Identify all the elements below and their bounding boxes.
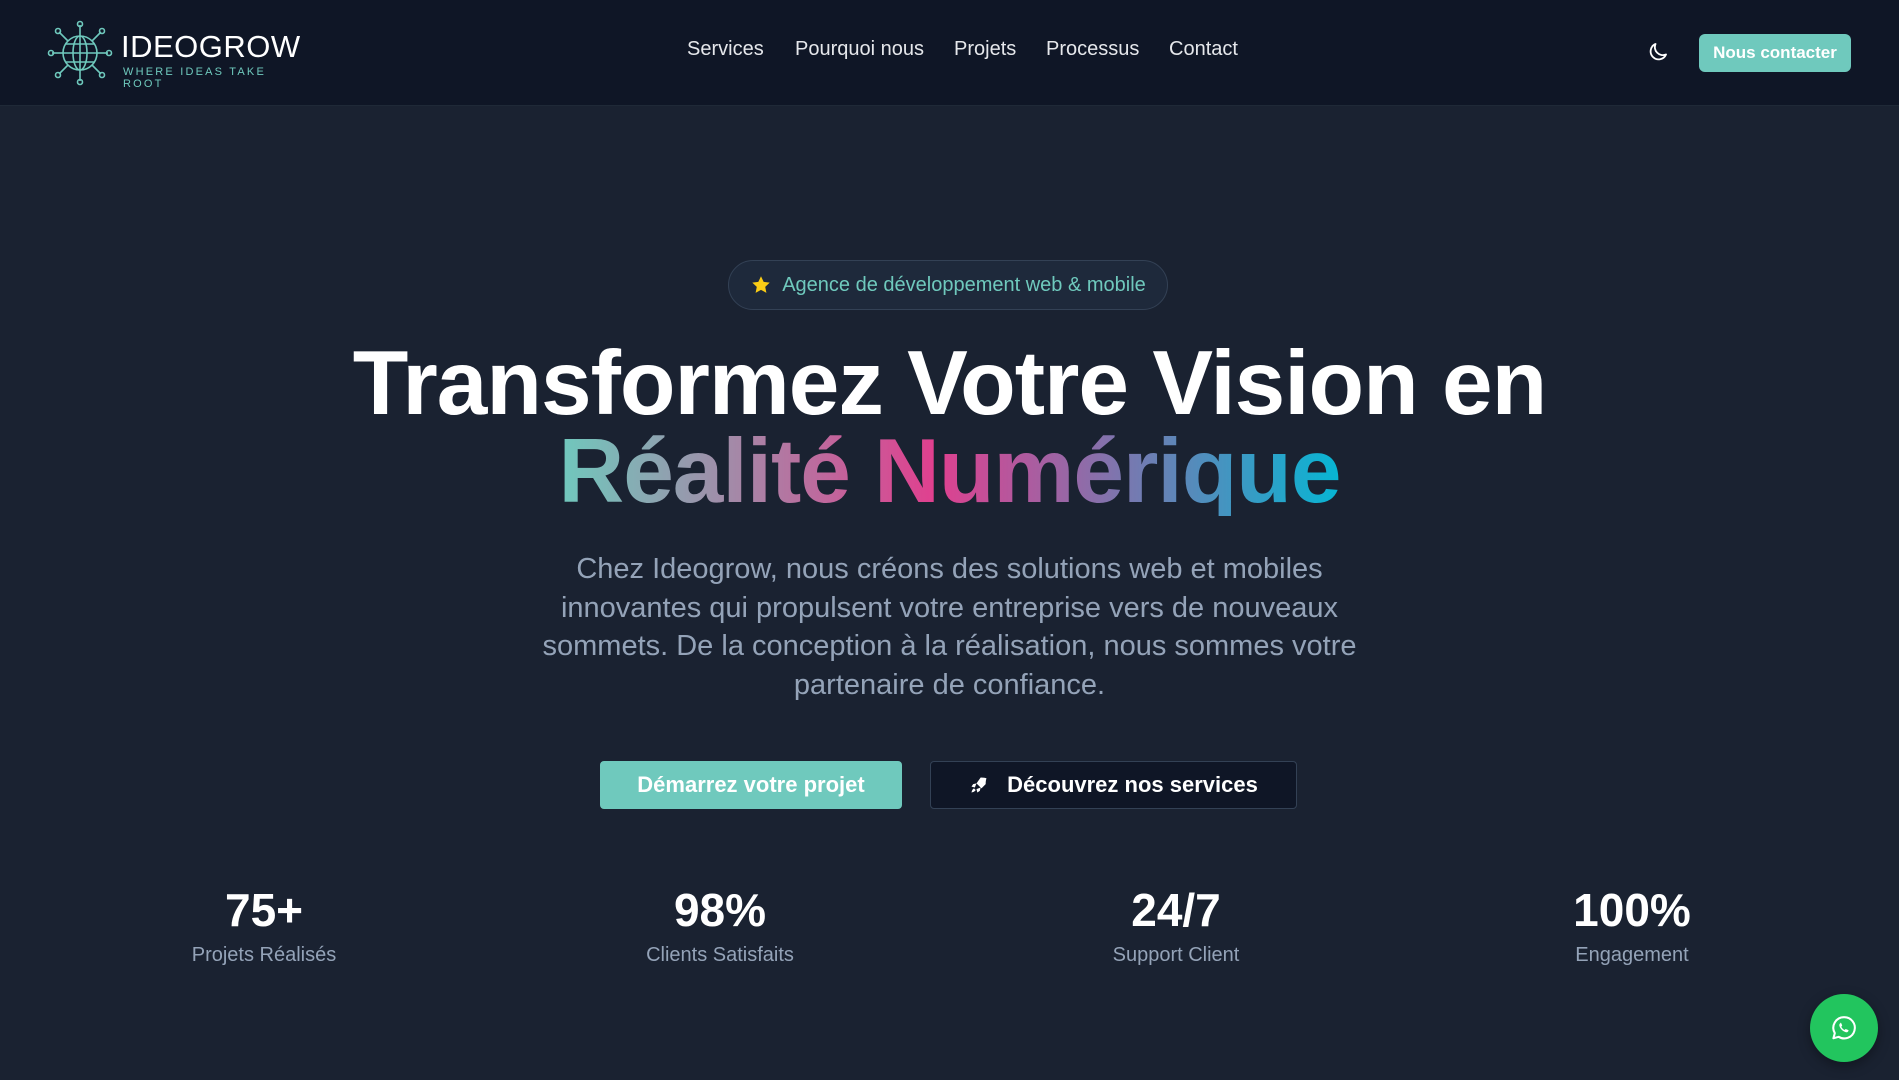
stat-satisfaction: 98% Clients Satisfaits: [570, 880, 870, 967]
nav-processus[interactable]: Processus: [1046, 38, 1139, 61]
nav-contact[interactable]: Contact: [1169, 38, 1238, 61]
stat-label: Projets Réalisés: [191, 944, 337, 966]
globe-network-icon: [47, 20, 113, 86]
contact-us-button[interactable]: Nous contacter: [1699, 34, 1851, 72]
nav-services[interactable]: Services: [687, 38, 764, 61]
stat-label: Engagement: [1575, 944, 1689, 966]
discover-services-button[interactable]: Découvrez nos services: [930, 761, 1297, 809]
hero-description: Chez Ideogrow, nous créons des solutions…: [542, 553, 1357, 701]
theme-toggle-button[interactable]: [1646, 40, 1670, 64]
start-project-button[interactable]: Démarrez votre projet: [600, 761, 902, 809]
moon-icon: [1649, 43, 1667, 61]
stat-value: 75+: [224, 884, 304, 936]
stat-label: Support Client: [1112, 944, 1240, 966]
agency-badge: Agence de développement web & mobile: [728, 260, 1168, 310]
nav-projets[interactable]: Projets: [954, 38, 1016, 61]
stat-projects: 75+ Projets Réalisés: [114, 880, 414, 967]
stat-label: Clients Satisfaits: [646, 944, 794, 966]
badge-text: Agence de développement web & mobile: [782, 273, 1146, 296]
whatsapp-button[interactable]: [1810, 994, 1878, 1062]
stat-value: 100%: [1573, 884, 1691, 936]
brand-tagline: WHERE IDEAS TAKE ROOT: [123, 66, 266, 90]
brand-name: IDEOGROW: [121, 29, 301, 64]
site-header: IDEOGROW WHERE IDEAS TAKE ROOT Services …: [0, 0, 1899, 106]
stat-value: 98%: [673, 884, 767, 936]
discover-services-label: Découvrez nos services: [1007, 772, 1258, 797]
stat-engagement: 100% Engagement: [1482, 880, 1782, 967]
rocket-icon: [971, 777, 987, 793]
hero-title: Transformez Votre Vision en Réalité Numé…: [0, 333, 1899, 522]
stat-support: 24/7 Support Client: [1026, 880, 1326, 967]
stat-value: 24/7: [1131, 884, 1221, 936]
star-icon: [752, 276, 770, 293]
brand-logo[interactable]: IDEOGROW WHERE IDEAS TAKE ROOT: [47, 20, 307, 90]
hero-title-highlight: Réalité Numérique: [558, 421, 1341, 522]
nav-pourquoi-nous[interactable]: Pourquoi nous: [795, 38, 924, 61]
cta-row: Démarrez votre projet Découvrez nos serv…: [0, 761, 1899, 809]
hero-title-line1: Transformez Votre Vision en: [352, 333, 1547, 434]
whatsapp-icon: [1832, 1016, 1856, 1040]
